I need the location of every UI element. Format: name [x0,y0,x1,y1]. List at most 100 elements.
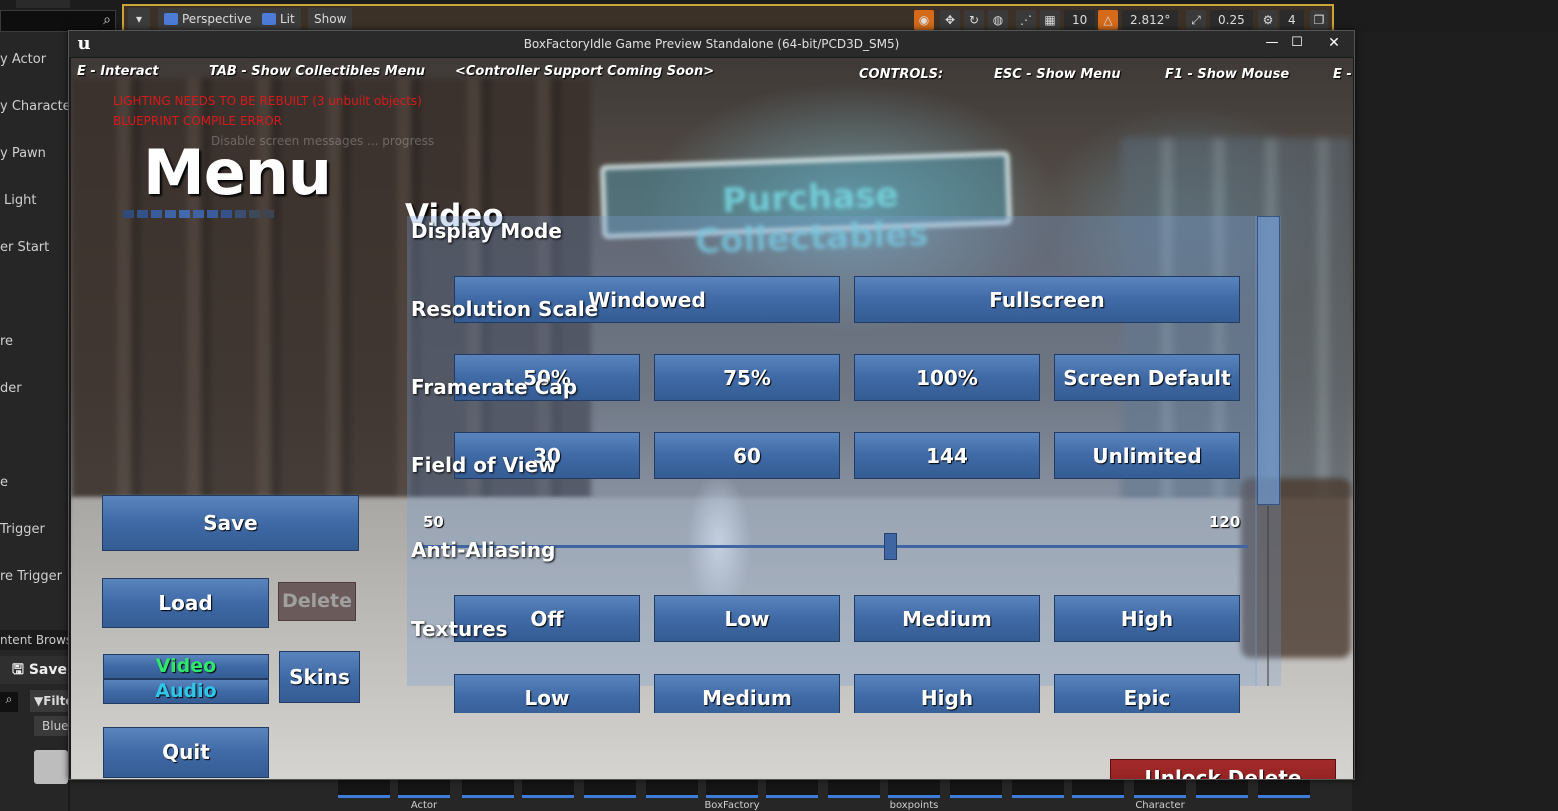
audio-tab-button[interactable]: Audio [103,679,269,704]
asset-thumbnail[interactable] [950,780,1002,798]
asset-thumbnail[interactable] [584,780,636,798]
hud-f1-hint: F1 - Show Mouse [1165,67,1290,82]
hud-interact-hint: E - Interact [77,64,159,79]
fov-max-label: 120 [1209,513,1241,531]
maximize-button[interactable]: ☐ [1285,34,1309,52]
asset-label: Character [1135,800,1185,811]
viewport-lit-label: Lit [280,12,295,26]
fov-slider-handle[interactable] [884,533,898,560]
camera-speed-icon[interactable]: ⚙ [1258,10,1278,30]
asset-thumbnail[interactable] [338,780,390,798]
maximize-viewport-icon[interactable]: ❐ [1310,10,1328,30]
asset-thumbnail[interactable] [706,780,758,798]
scale-snap-value[interactable]: 0.25 [1210,10,1253,30]
anti-aliasing-option[interactable]: High [1054,595,1240,642]
place-item[interactable]: der [0,381,68,396]
lit-icon [262,13,276,25]
asset-thumbnail[interactable] [1196,780,1248,798]
place-item[interactable]: re Trigger [0,569,68,584]
place-item[interactable]: Light [0,193,68,208]
field-of-view-label: Field of View [411,453,557,477]
unlock-delete-button[interactable]: Unlock Delete Button [1110,759,1336,779]
place-item[interactable]: re [0,334,68,349]
game-viewport: Purchase Collectables E - Interact TAB -… [71,58,1353,779]
asset-thumbnail[interactable] [522,780,574,798]
video-tab-button[interactable]: Video [103,654,269,679]
hud-controls-label: CONTROLS: [859,67,944,82]
textures-row: Low Medium High Epic [407,672,1257,713]
asset-thumbnail[interactable] [1072,780,1124,798]
close-button[interactable]: ✕ [1317,34,1351,52]
asset-thumbnail[interactable] [888,780,940,798]
framerate-cap-option[interactable]: 60 [654,432,840,479]
textures-option[interactable]: Epic [1054,674,1240,713]
resolution-scale-option[interactable]: Screen Default [1054,354,1240,401]
angle-snap-icon[interactable]: △ [1098,10,1118,30]
asset-thumbnail[interactable] [828,780,880,798]
camera-speed-value[interactable]: 4 [1280,10,1304,30]
textures-option[interactable]: High [854,674,1040,713]
content-browser-tab[interactable]: ntent Browse [0,630,68,650]
viewport-menu-button[interactable]: ▾ [128,8,150,30]
asset-thumbnail[interactable] [398,780,450,798]
load-button[interactable]: Load [102,578,269,628]
grid-size-value[interactable]: 10 [1064,10,1096,30]
viewport-show-label: Show [314,12,347,26]
content-browser-search-icon[interactable]: ⌕ [0,692,18,712]
move-icon[interactable]: ✥ [940,10,960,30]
asset-label: boxpoints [889,800,939,811]
surface-snap-icon[interactable]: ⋰ [1016,10,1036,30]
menu-title: Menu [143,136,332,209]
hud-e-hint: E - [1333,67,1352,82]
place-item[interactable]: y Pawn [0,146,68,161]
quit-button[interactable]: Quit [103,727,269,778]
asset-thumbnail[interactable] [1134,780,1186,798]
editor-search-input[interactable]: ⌕ [0,10,116,32]
viewport-lit-button[interactable]: Lit [256,8,301,30]
filter-icon: ▼ [34,694,44,708]
display-mode-fullscreen-button[interactable]: Fullscreen [854,276,1240,323]
game-preview-window: BoxFactoryIdle Game Preview Standalone (… [68,30,1355,780]
save-icon: 🖫 [12,662,29,678]
asset-label: Actor [410,800,438,811]
save-button[interactable]: Save [102,495,359,551]
grid-icon[interactable]: ▦ [1040,10,1060,30]
anti-aliasing-option[interactable]: Low [654,595,840,642]
place-item[interactable]: y Character [0,99,68,114]
content-browser-save-button[interactable]: 🖫 Save [0,656,68,684]
realtime-icon[interactable]: ◉ [914,10,934,30]
hud-controller-hint: <Controller Support Coming Soon> [455,64,715,79]
asset-path-label[interactable]: Blue [34,716,68,736]
place-item[interactable]: Trigger [0,522,68,537]
delete-button[interactable]: Delete [278,582,356,621]
minimize-button[interactable]: — [1260,34,1284,52]
asset-thumbnail[interactable] [646,780,698,798]
asset-thumbnail[interactable] [462,780,514,798]
textures-option[interactable]: Medium [654,674,840,713]
framerate-cap-option[interactable]: 144 [854,432,1040,479]
filter-button[interactable]: ▼Filte [30,690,68,712]
skins-button[interactable]: Skins [279,651,360,703]
video-settings-scroll-thumb[interactable] [1257,216,1280,505]
place-item[interactable]: er Start [0,240,68,255]
resolution-scale-option[interactable]: 75% [654,354,840,401]
fov-min-label: 50 [423,513,444,531]
scale-snap-icon[interactable]: ⤢ [1186,10,1206,30]
rotate-icon[interactable]: ↻ [964,10,984,30]
framerate-cap-option[interactable]: Unlimited [1054,432,1240,479]
angle-snap-value[interactable]: 2.812° [1122,10,1179,30]
asset-thumbnail[interactable] [1012,780,1064,798]
viewport-show-button[interactable]: Show [308,8,353,30]
window-title-bar[interactable]: BoxFactoryIdle Game Preview Standalone (… [69,31,1354,57]
asset-thumbnail[interactable] [1258,780,1310,798]
menu-title-underline [123,210,274,218]
folder-icon[interactable] [34,750,68,784]
asset-thumbnail[interactable] [766,780,818,798]
place-item[interactable]: e [0,475,68,490]
resolution-scale-option[interactable]: 100% [854,354,1040,401]
anti-aliasing-option[interactable]: Medium [854,595,1040,642]
globe-icon[interactable]: ◍ [988,10,1008,30]
textures-option[interactable]: Low [454,674,640,713]
viewport-perspective-button[interactable]: Perspective [158,8,258,30]
place-item[interactable]: y Actor [0,52,68,67]
